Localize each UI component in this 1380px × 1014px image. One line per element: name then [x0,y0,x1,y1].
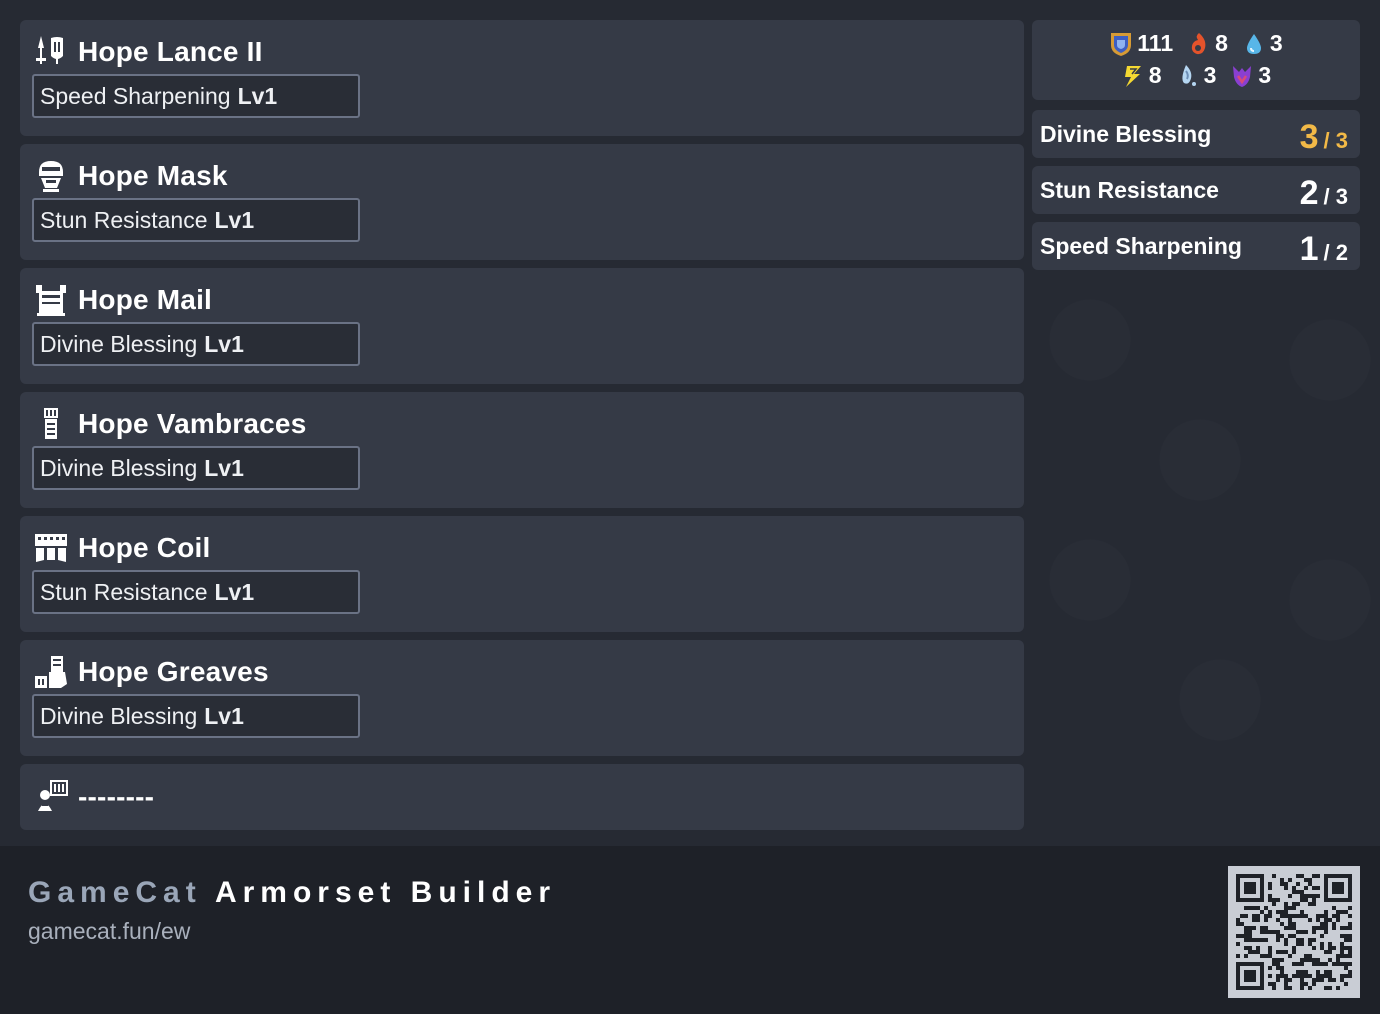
defense-shield-icon [1111,32,1132,56]
footer: GameCat Armorset Builder gamecat.fun/ew [0,846,1380,1014]
brand-title: GameCat Armorset Builder [28,876,556,910]
brand-suffix: Armorset Builder [214,876,557,909]
skill-slot[interactable]: Divine Blessing Lv1 [32,322,360,366]
skill-name: Divine Blessing [40,702,198,729]
skill-slot[interactable]: Stun Resistance Lv1 [32,198,360,242]
ice-value: 3 [1203,62,1217,88]
skill-current-level: 3 [1299,118,1319,156]
main-panel: Hope Lance II Speed Sharpening Lv1 Hope … [0,0,1380,846]
skill-summary-count: 3 / 3 [1300,110,1348,158]
skill-summary-stun-resistance[interactable]: Stun Resistance 2 / 3 [1032,166,1360,214]
skill-name: Stun Resistance [40,206,208,233]
equipment-card-legs[interactable]: Hope Greaves Divine Blessing Lv1 [20,640,1024,756]
dragon-value: 3 [1258,62,1272,88]
waist-icon [35,534,67,562]
equipment-name: Hope Vambraces [78,408,307,439]
equipment-card-chest[interactable]: Hope Mail Divine Blessing Lv1 [20,268,1024,384]
skill-summary-name: Divine Blessing [1040,121,1212,147]
skill-level: Lv1 [214,206,255,233]
dragon-icon [1233,65,1252,87]
equipment-title: Hope Mail [33,282,212,318]
stats-row-bottom: 8 3 3 [1032,62,1360,89]
skill-name: Divine Blessing [40,330,198,357]
equipment-name: Hope Lance II [78,36,263,67]
thunder-resistance: 8 [1121,62,1162,89]
water-icon [1246,33,1261,54]
equipment-title: Hope Greaves [33,654,269,690]
site-url[interactable]: gamecat.fun/ew [28,918,190,945]
skill-name: Stun Resistance [40,578,208,605]
skill-summary-speed-sharpening[interactable]: Speed Sharpening 1 / 2 [1032,222,1360,270]
defense-value: 111 [1137,30,1174,56]
skill-slot[interactable]: Divine Blessing Lv1 [32,694,360,738]
equipment-title: Hope Vambraces [33,406,306,442]
thunder-value: 8 [1148,62,1162,88]
equipment-card-weapon[interactable]: Hope Lance II Speed Sharpening Lv1 [20,20,1024,136]
equipment-card-arms[interactable]: Hope Vambraces Divine Blessing Lv1 [20,392,1024,508]
equipment-card-waist[interactable]: Hope Coil Stun Resistance Lv1 [20,516,1024,632]
water-resistance: 3 [1242,30,1283,57]
skill-level: Lv1 [214,578,255,605]
fire-resistance: 8 [1187,30,1228,57]
skill-level: Lv1 [204,454,244,481]
skill-max-level: / 3 [1323,184,1348,209]
equipment-title: Hope Lance II [33,34,263,70]
qr-code [1228,866,1360,998]
equipment-name: Hope Mail [78,284,213,315]
fire-icon [1191,32,1206,54]
equipment-card-talisman[interactable]: -------- [20,764,1024,830]
defense-resistance-panel: 111 8 3 8 3 3 [1032,20,1360,100]
defense-stat: 111 [1109,30,1173,57]
skill-summary-divine-blessing[interactable]: Divine Blessing 3 / 3 [1032,110,1360,158]
skill-summary-name: Stun Resistance [1040,177,1219,203]
skill-level: Lv1 [237,82,278,109]
skill-current-level: 1 [1299,230,1319,268]
equipment-name: Hope Coil [78,532,211,563]
equipment-name: Hope Mask [78,160,228,191]
skill-slot[interactable]: Speed Sharpening Lv1 [32,74,360,118]
ice-resistance: 3 [1176,62,1217,89]
skill-slot[interactable]: Stun Resistance Lv1 [32,570,360,614]
skill-name: Divine Blessing [40,454,198,481]
equipment-card-head[interactable]: Hope Mask Stun Resistance Lv1 [20,144,1024,260]
helm-icon [39,161,63,192]
arms-icon [44,408,58,439]
stats-row-top: 111 8 3 [1032,30,1360,57]
talisman-icon [38,780,68,811]
lance-icon [36,36,63,64]
skill-level: Lv1 [204,702,244,729]
thunder-icon [1124,65,1141,87]
skill-max-level: / 3 [1323,128,1348,153]
dragon-resistance: 3 [1230,62,1271,89]
qr-code-icon [1236,874,1352,990]
equipment-title: -------- [33,779,154,815]
equipment-name: Hope Greaves [78,656,269,687]
skill-name: Speed Sharpening [40,82,231,109]
skill-level: Lv1 [204,330,244,357]
equipment-name: -------- [78,781,155,812]
fire-value: 8 [1215,30,1228,56]
equipment-title: Hope Mask [33,158,228,194]
skill-summary-count: 2 / 3 [1300,166,1348,214]
skill-current-level: 2 [1299,174,1319,212]
chest-icon [36,285,66,316]
skill-summary-count: 1 / 2 [1300,222,1348,270]
water-value: 3 [1269,30,1283,56]
skill-summary-name: Speed Sharpening [1040,233,1242,259]
brand-prefix: GameCat [28,876,202,909]
legs-icon [35,656,67,688]
ice-icon [1181,64,1196,86]
skill-slot[interactable]: Divine Blessing Lv1 [32,446,360,490]
skill-max-level: / 2 [1323,240,1348,265]
equipment-title: Hope Coil [33,530,210,566]
